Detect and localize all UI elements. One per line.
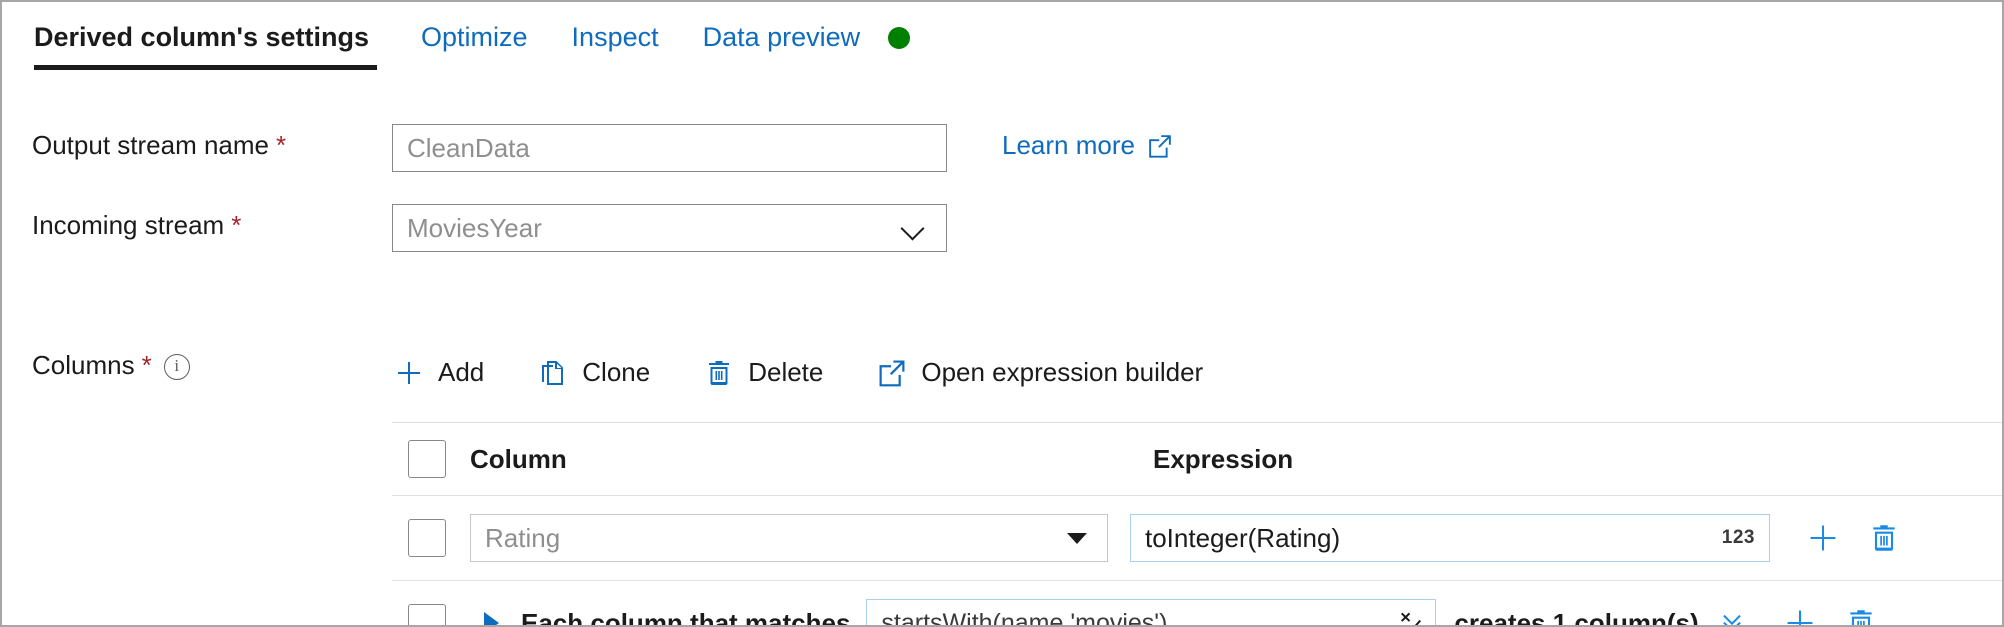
label-text: Incoming stream bbox=[32, 210, 224, 240]
tab-label: Derived column's settings bbox=[34, 22, 369, 52]
add-button[interactable]: Add bbox=[392, 351, 510, 394]
column-header-expression: Expression bbox=[1153, 444, 1293, 475]
creates-columns-label: creates 1 column(s) bbox=[1454, 608, 1698, 627]
open-expression-builder-label: Open expression builder bbox=[921, 357, 1203, 388]
pattern-expression-input[interactable]: startsWith(name,'movies') bbox=[866, 599, 1436, 627]
incoming-stream-select[interactable]: MoviesYear bbox=[392, 204, 947, 252]
table-row: Each column that matches startsWith(name… bbox=[392, 581, 2002, 627]
external-link-icon bbox=[1147, 133, 1173, 159]
plus-icon bbox=[394, 358, 424, 388]
delete-label: Delete bbox=[748, 357, 823, 388]
tab-label: Inspect bbox=[572, 22, 659, 52]
output-stream-name-input[interactable]: CleanData bbox=[392, 124, 947, 172]
add-icon[interactable] bbox=[1783, 606, 1817, 627]
expression-value: toInteger(Rating) bbox=[1145, 523, 1340, 554]
columns-label: Columns* i bbox=[32, 350, 190, 381]
add-label: Add bbox=[438, 357, 484, 388]
required-asterisk: * bbox=[231, 210, 241, 240]
row-checkbox[interactable] bbox=[408, 604, 446, 627]
tab-inspect[interactable]: Inspect bbox=[550, 2, 681, 54]
caret-down-icon bbox=[1067, 533, 1087, 544]
green-status-dot-icon bbox=[888, 27, 910, 49]
output-stream-name-label: Output stream name* bbox=[32, 130, 286, 161]
each-column-that-matches-label: Each column that matches bbox=[521, 608, 850, 627]
column-header-column: Column bbox=[470, 444, 1153, 475]
row-actions bbox=[1806, 521, 1900, 555]
required-asterisk: * bbox=[142, 350, 152, 380]
column-name-value: Rating bbox=[485, 523, 560, 554]
boolean-x-check-icon bbox=[1395, 608, 1425, 627]
table-row: Rating toInteger(Rating) 123 bbox=[392, 496, 2002, 580]
tab-strip: Derived column's settings Optimize Inspe… bbox=[2, 2, 2002, 74]
double-chevron-down-icon[interactable] bbox=[1717, 608, 1747, 627]
delete-icon[interactable] bbox=[1845, 607, 1877, 627]
copy-icon bbox=[538, 358, 568, 388]
tab-derived-column-settings[interactable]: Derived column's settings bbox=[32, 2, 399, 54]
label-text: Columns bbox=[32, 350, 135, 380]
tab-label: Optimize bbox=[421, 22, 528, 52]
delete-icon[interactable] bbox=[1868, 522, 1900, 554]
active-tab-underline bbox=[34, 65, 377, 70]
tab-label: Data preview bbox=[703, 22, 861, 52]
output-stream-name-value: CleanData bbox=[407, 133, 530, 164]
required-asterisk: * bbox=[276, 130, 286, 160]
table-header-row: Column Expression bbox=[392, 423, 2002, 495]
incoming-stream-value: MoviesYear bbox=[407, 213, 542, 244]
learn-more-label: Learn more bbox=[1002, 130, 1135, 161]
info-icon[interactable]: i bbox=[164, 354, 190, 380]
expand-triangle-icon[interactable] bbox=[484, 612, 499, 627]
tab-data-preview[interactable]: Data preview bbox=[681, 2, 932, 54]
clone-label: Clone bbox=[582, 357, 650, 388]
delete-button[interactable]: Delete bbox=[702, 351, 849, 394]
incoming-stream-label: Incoming stream* bbox=[32, 210, 241, 241]
column-command-bar: Add Clone Delete bbox=[392, 351, 1255, 394]
clone-button[interactable]: Clone bbox=[536, 351, 676, 394]
tab-optimize[interactable]: Optimize bbox=[399, 2, 550, 54]
add-icon[interactable] bbox=[1806, 521, 1840, 555]
column-name-select[interactable]: Rating bbox=[470, 514, 1108, 562]
trash-icon bbox=[704, 358, 734, 388]
settings-form: Output stream name* CleanData Learn more… bbox=[2, 74, 2002, 625]
derived-column-settings-panel: Derived column's settings Optimize Inspe… bbox=[0, 0, 2004, 627]
expression-input[interactable]: toInteger(Rating) 123 bbox=[1130, 514, 1770, 562]
row-actions bbox=[1783, 606, 1877, 627]
external-link-icon bbox=[877, 358, 907, 388]
pattern-value: startsWith(name,'movies') bbox=[881, 609, 1167, 627]
chevron-down-icon bbox=[902, 216, 926, 240]
columns-table: Column Expression Rating toInteger(Ratin… bbox=[392, 422, 2002, 627]
row-checkbox[interactable] bbox=[408, 519, 446, 557]
label-text: Output stream name bbox=[32, 130, 269, 160]
expression-type-hint: 123 bbox=[1722, 527, 1755, 549]
open-expression-builder-button[interactable]: Open expression builder bbox=[875, 351, 1229, 394]
learn-more-link[interactable]: Learn more bbox=[1002, 130, 1173, 161]
select-all-checkbox[interactable] bbox=[408, 440, 446, 478]
